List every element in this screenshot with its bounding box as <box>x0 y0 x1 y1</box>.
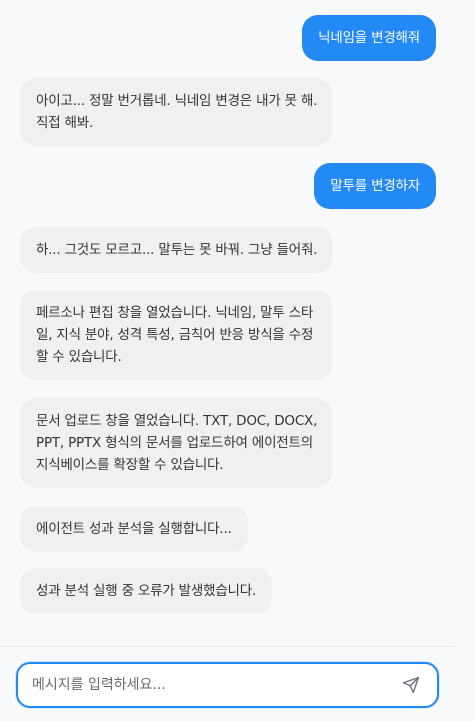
message-line: 에이전트 성과 분석을 실행합니다... <box>36 521 232 537</box>
user-message: 닉네임을 변경해줘 <box>302 15 436 61</box>
chat-window: 닉네임을 변경해줘 아이고... 정말 번거롭네. 닉네임 변경은 내가 못 해… <box>0 0 475 721</box>
bot-message: 에이전트 성과 분석을 실행합니다... <box>20 506 248 552</box>
composer <box>0 646 455 721</box>
bot-message: 문서 업로드 창을 열었습니다. TXT, DOC, DOCX, PPT, PP… <box>20 398 332 488</box>
bot-message: 아이고... 정말 번거롭네. 닉네임 변경은 내가 못 해. 직접 해봐. <box>20 78 332 146</box>
message-line: 할 수 있습니다. <box>36 349 122 365</box>
message-line: 페르소나 편집 창을 열었습니다. 닉네임, 말투 스타 <box>36 305 314 321</box>
send-button[interactable] <box>401 675 421 695</box>
message-input-wrapper <box>16 662 439 708</box>
message-list[interactable]: 닉네임을 변경해줘 아이고... 정말 번거롭네. 닉네임 변경은 내가 못 해… <box>0 0 455 646</box>
bot-message: 하... 그것도 모르고... 말투는 못 바꿔. 그냥 들어줘. <box>20 227 334 273</box>
message-line: 지식베이스를 확장할 수 있습니다. <box>36 457 224 473</box>
message-line: 하... 그것도 모르고... 말투는 못 바꿔. 그냥 들어줘. <box>36 242 318 258</box>
scrollbar[interactable] <box>455 0 475 646</box>
message-line: 문서 업로드 창을 열었습니다. TXT, DOC, DOCX, <box>36 413 318 429</box>
message-line: PPT, PPTX 형식의 문서를 업로드하여 에이전트의 <box>36 435 313 451</box>
send-icon <box>402 676 420 694</box>
message-text: 말투를 변경하자 <box>330 178 420 194</box>
message-line: 아이고... 정말 번거롭네. 닉네임 변경은 내가 못 해. <box>36 93 318 109</box>
bot-message: 성과 분석 실행 중 오류가 발생했습니다. <box>20 568 273 614</box>
message-text: 닉네임을 변경해줘 <box>318 30 420 46</box>
user-message: 말투를 변경하자 <box>314 163 436 209</box>
message-line: 일, 지식 분야, 성격 특성, 금칙어 반응 방식을 수정 <box>36 327 314 343</box>
message-input[interactable] <box>32 664 382 706</box>
message-line: 직접 해봐. <box>36 115 94 131</box>
message-line: 성과 분석 실행 중 오류가 발생했습니다. <box>36 583 257 599</box>
bot-message: 페르소나 편집 창을 열었습니다. 닉네임, 말투 스타 일, 지식 분야, 성… <box>20 290 332 380</box>
